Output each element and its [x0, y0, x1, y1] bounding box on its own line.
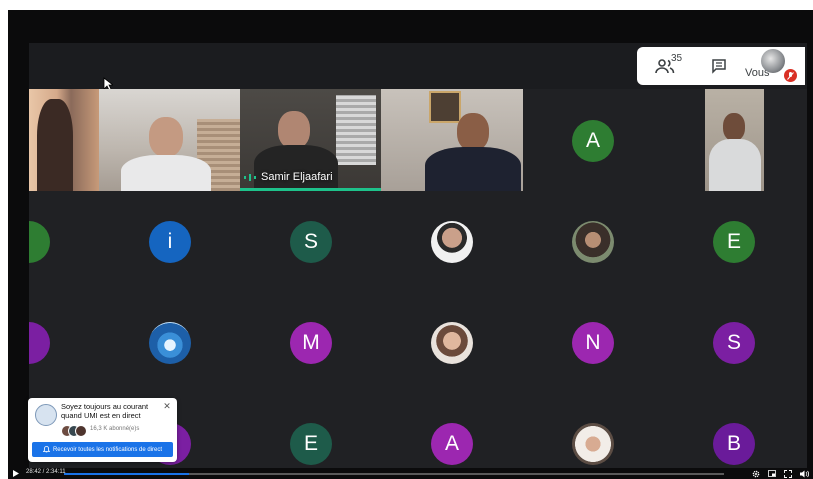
participant-body	[121, 155, 211, 191]
participant-body	[254, 145, 338, 191]
participant-head	[457, 113, 489, 151]
channel-logo	[35, 404, 57, 426]
participant-photo-avatar[interactable]	[431, 221, 473, 263]
participant-photo-avatar[interactable]	[572, 221, 614, 263]
notify-live-button[interactable]: Recevoir toutes les notifications de dir…	[32, 442, 173, 457]
notify-button-label: Recevoir toutes les notifications de dir…	[52, 446, 163, 453]
participant-avatar[interactable]: E	[290, 423, 332, 465]
subscriber-count: 16,3 K abonné(e)s	[90, 426, 140, 432]
participant-head	[278, 111, 310, 149]
participant-body	[425, 147, 521, 191]
participant-avatar[interactable]	[29, 221, 50, 263]
participant-body	[709, 139, 761, 191]
chat-button[interactable]	[705, 53, 733, 79]
play-button[interactable]	[10, 468, 22, 479]
avatar-letter: B	[726, 432, 741, 455]
avatar-letter: A	[444, 432, 459, 455]
participant-avatar[interactable]: M	[290, 322, 332, 364]
participant-avatar[interactable]: B	[713, 423, 755, 465]
participant-video-tile[interactable]	[99, 89, 240, 191]
speaking-highlight-bar	[240, 188, 381, 191]
participant-avatar[interactable]: A	[572, 120, 614, 162]
avatar-letter: i	[167, 230, 173, 253]
muted-mic-icon	[784, 69, 797, 82]
avatar-letter: E	[303, 432, 318, 455]
volume-icon	[799, 470, 809, 477]
fullscreen-button[interactable]	[782, 468, 794, 479]
chat-icon	[712, 59, 726, 74]
close-icon[interactable]: ✕	[162, 401, 172, 411]
participant-avatar[interactable]: i	[149, 221, 191, 263]
participant-avatar[interactable]: A	[431, 423, 473, 465]
avatar-letter: M	[302, 331, 320, 354]
wall-portrait	[429, 91, 461, 123]
participant-head	[37, 99, 73, 191]
participant-avatar[interactable]	[29, 322, 50, 364]
participant-avatar[interactable]: S	[290, 221, 332, 263]
gear-icon	[752, 470, 760, 477]
volume-button[interactable]	[798, 468, 810, 479]
participant-avatar[interactable]: N	[572, 322, 614, 364]
speaker-name-tag: Samir Eljaafari	[244, 171, 333, 183]
video-player-bar: 28:42 / 2:34:11	[8, 468, 813, 479]
avatar-letter: E	[726, 230, 741, 253]
participant-avatar[interactable]: E	[713, 221, 755, 263]
miniplayer-icon	[768, 470, 776, 477]
live-notification-popup: Soyez toujours au courant quand UMI est …	[28, 398, 177, 462]
progress-fill	[64, 473, 190, 475]
meeting-controls-panel: 35 Vous	[637, 47, 805, 85]
participant-photo-avatar[interactable]	[572, 423, 614, 465]
participant-head	[149, 117, 183, 157]
participant-head	[723, 113, 745, 141]
participant-photo-avatar[interactable]	[431, 322, 473, 364]
participant-video-tile[interactable]	[705, 89, 764, 191]
participant-avatar[interactable]: S	[713, 322, 755, 364]
play-icon	[13, 470, 19, 477]
progress-bar[interactable]	[64, 473, 724, 475]
participant-video-tile[interactable]	[29, 89, 99, 191]
time-display: 28:42 / 2:34:11	[26, 469, 66, 475]
settings-button[interactable]	[750, 468, 762, 479]
fullscreen-icon	[784, 469, 792, 478]
avatar-letter: N	[585, 331, 601, 354]
speaker-name: Samir Eljaafari	[261, 171, 333, 183]
participant-video-tile[interactable]	[381, 89, 523, 191]
avatar-letter: A	[585, 129, 600, 152]
avatar-letter: S	[726, 331, 741, 354]
bell-icon	[42, 446, 50, 453]
miniplayer-button[interactable]	[766, 468, 778, 479]
speaker-video-tile[interactable]: Samir Eljaafari	[240, 89, 381, 191]
speaking-indicator-icon	[244, 173, 256, 181]
participant-photo-avatar[interactable]	[149, 322, 191, 364]
subscriber-avatars	[61, 425, 87, 437]
meeting-top-bar: 35 Vous	[29, 43, 807, 91]
window-blinds	[336, 95, 376, 165]
people-count: 35	[671, 53, 683, 64]
avatar-letter: S	[303, 230, 318, 253]
self-avatar[interactable]	[761, 49, 785, 73]
notification-title: Soyez toujours au courant quand UMI est …	[61, 402, 149, 420]
